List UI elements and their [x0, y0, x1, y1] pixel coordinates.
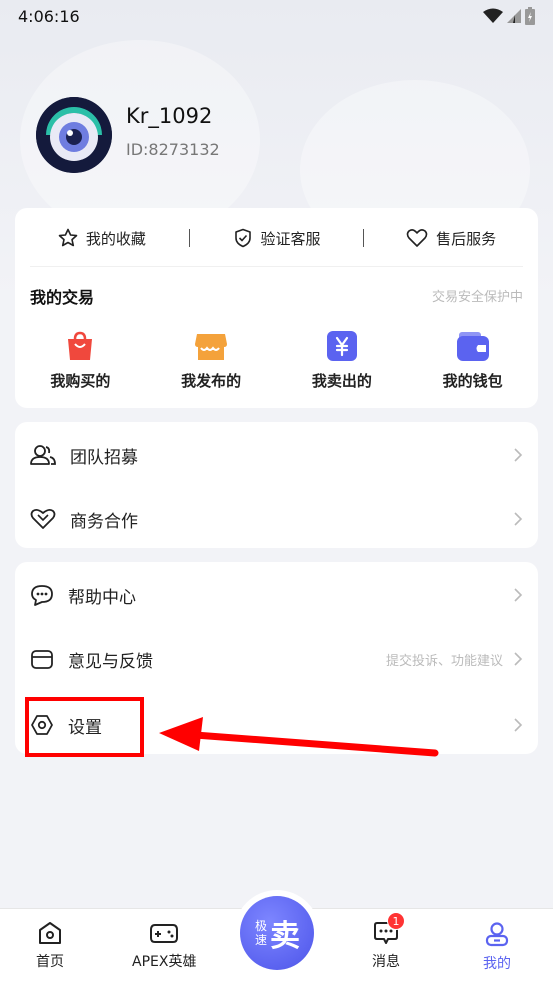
tab-home[interactable]: 首页	[36, 921, 64, 971]
after-sales-link[interactable]: 售后服务	[364, 228, 538, 249]
tab-home-label: 首页	[36, 954, 64, 970]
help-center-label: 帮助中心	[68, 587, 136, 608]
favorites-label: 我的收藏	[85, 229, 146, 248]
chevron-right-icon	[514, 652, 523, 666]
after-sales-label: 售后服务	[436, 229, 497, 248]
user-id: ID:8273132	[126, 140, 220, 159]
heart-icon	[406, 229, 428, 247]
trade-items: 我购买的 我发布的 我卖出的 我的钱包	[15, 330, 538, 391]
wallet-icon	[456, 332, 489, 361]
menu-item-feedback[interactable]: 意见与反馈 提交投诉、功能建议	[15, 626, 538, 692]
quick-links: 我的收藏 验证客服 售后服务	[15, 222, 538, 254]
quick-sell-big-label: 卖	[270, 919, 300, 954]
feedback-icon	[31, 650, 53, 669]
username: Kr_1092	[126, 104, 213, 128]
battery-icon	[525, 7, 535, 25]
my-purchases-label: 我购买的	[50, 372, 111, 390]
annotation-highlight-box	[25, 697, 144, 757]
avatar[interactable]	[36, 97, 112, 173]
my-sales-button[interactable]: 我卖出的	[277, 330, 408, 391]
chevron-right-icon	[514, 718, 523, 732]
menu-item-business[interactable]: 商务合作	[15, 486, 538, 552]
menu-card-1: 团队招募 商务合作	[15, 422, 538, 548]
my-wallet-button[interactable]: 我的钱包	[407, 330, 538, 391]
tab-apex[interactable]: APEX英雄	[132, 921, 196, 971]
messages-badge: 1	[387, 912, 405, 930]
user-icon	[485, 922, 509, 947]
my-listings-button[interactable]: 我发布的	[146, 330, 277, 391]
trade-title: 我的交易	[30, 288, 95, 307]
my-wallet-label: 我的钱包	[442, 372, 503, 390]
quick-sell-button[interactable]: 极速 卖	[240, 896, 314, 970]
favorites-link[interactable]: 我的收藏	[15, 228, 189, 249]
my-listings-label: 我发布的	[181, 372, 242, 390]
yuan-icon	[326, 331, 357, 361]
chevron-right-icon	[514, 588, 523, 602]
verify-service-link[interactable]: 验证客服	[190, 228, 364, 249]
quick-sell-small-label: 极速	[254, 919, 267, 947]
star-icon	[58, 228, 78, 247]
chevron-right-icon	[514, 512, 523, 526]
signal-icon	[507, 9, 521, 23]
menu-item-help-center[interactable]: 帮助中心	[15, 562, 538, 628]
team-recruit-label: 团队招募	[70, 447, 138, 468]
status-bar: 4:06:16	[0, 0, 553, 32]
shop-icon	[195, 334, 228, 360]
verify-service-label: 验证客服	[260, 229, 321, 248]
my-sales-label: 我卖出的	[311, 372, 372, 390]
trade-card: 我的收藏 验证客服 售后服务 我的交易 交易安全保护中 我购买的 我发布的 我卖…	[15, 208, 538, 408]
wifi-icon	[483, 8, 503, 23]
avatar-image	[36, 97, 112, 173]
trade-safety-note: 交易安全保护中	[431, 290, 523, 305]
chevron-right-icon	[514, 448, 523, 462]
tab-mine-label: 我的	[483, 956, 511, 972]
tab-messages-label: 消息	[372, 954, 400, 970]
shield-check-icon	[234, 228, 251, 248]
status-icons	[483, 7, 535, 25]
tab-apex-label: APEX英雄	[132, 954, 197, 970]
team-icon	[30, 445, 56, 465]
shopping-bag-icon	[68, 331, 93, 360]
menu-item-team-recruit[interactable]: 团队招募	[15, 422, 538, 488]
divider	[30, 266, 523, 267]
annotation-arrow-icon	[159, 717, 439, 757]
handshake-icon	[30, 508, 56, 529]
gamepad-icon	[150, 924, 179, 943]
status-time: 4:06:16	[18, 6, 80, 26]
my-purchases-button[interactable]: 我购买的	[15, 330, 146, 391]
feedback-hint: 提交投诉、功能建议	[385, 653, 503, 669]
feedback-label: 意见与反馈	[68, 651, 153, 672]
home-icon	[39, 922, 61, 944]
business-label: 商务合作	[70, 511, 138, 532]
chat-help-icon	[31, 585, 53, 606]
tab-mine[interactable]: 我的	[483, 921, 511, 973]
